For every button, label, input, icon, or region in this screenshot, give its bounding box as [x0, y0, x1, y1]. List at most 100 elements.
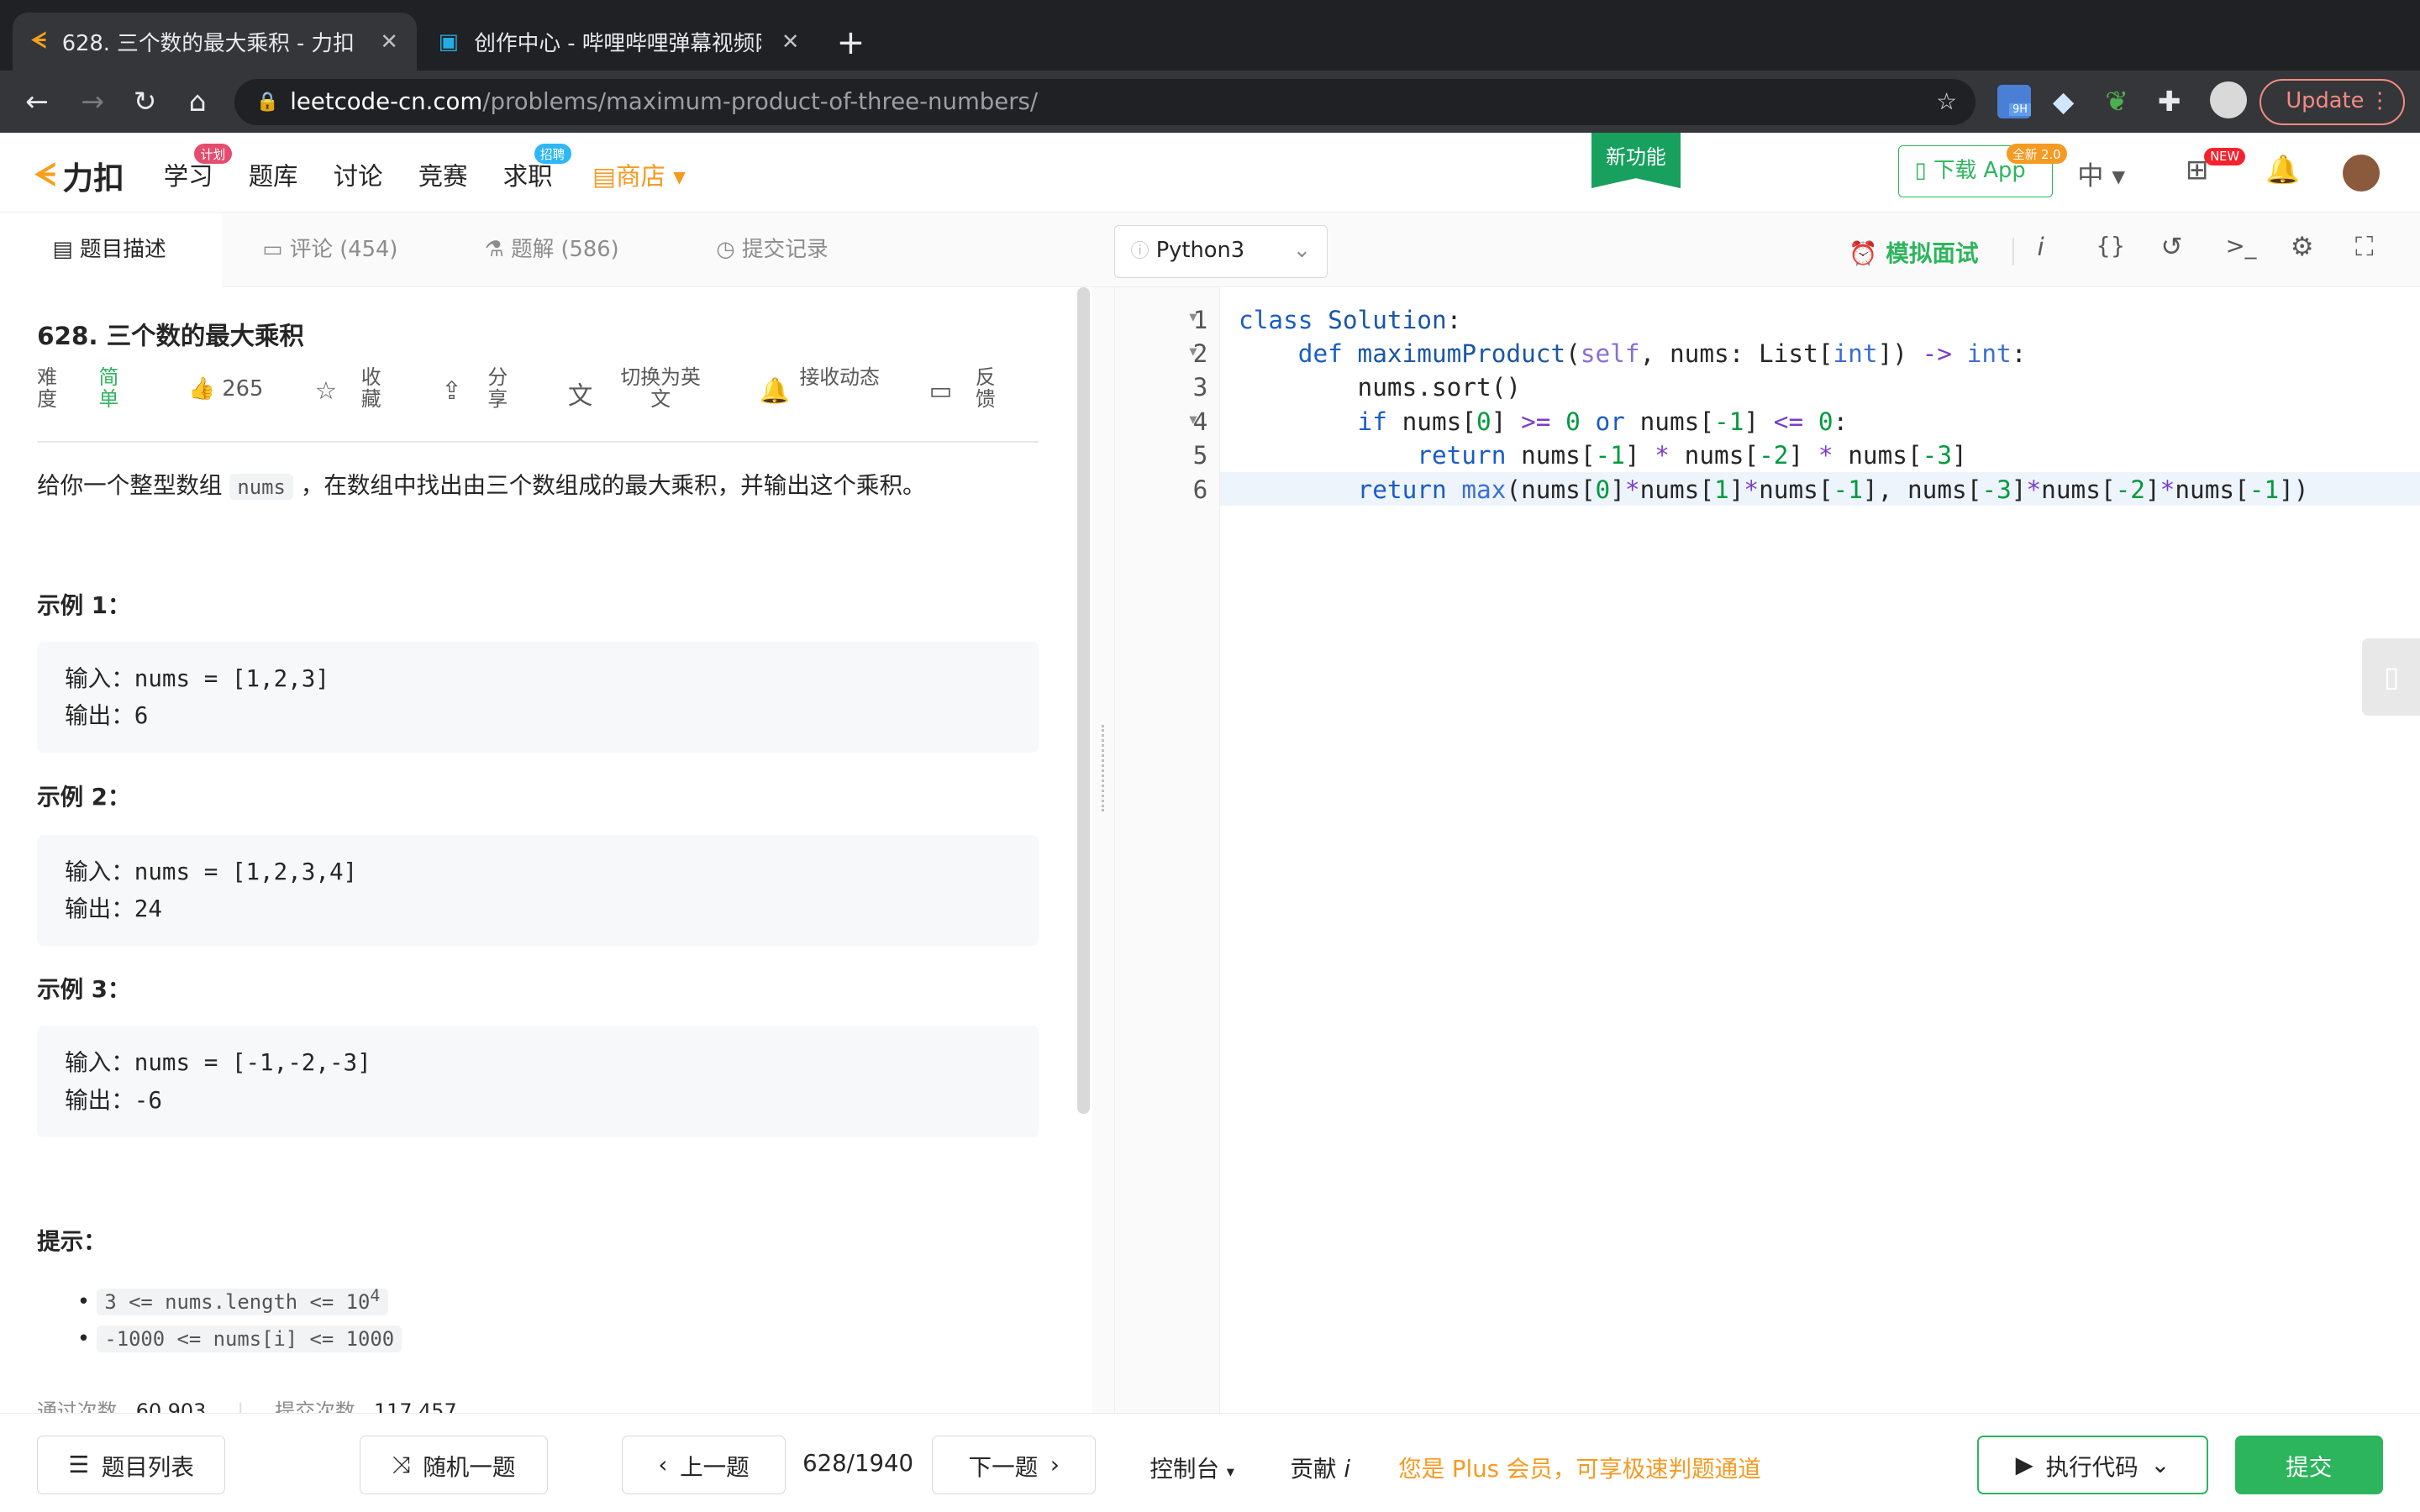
nav-problemset[interactable]: 题库	[249, 157, 298, 192]
hints-list: • 3 <= nums.length <= 104 • -1000 <= num…	[77, 1278, 402, 1357]
browser-tab-leetcode[interactable]: ᗕ 628. 三个数的最大乘积 - 力扣（ ✕	[12, 12, 417, 71]
home-icon[interactable]: ⌂	[179, 83, 216, 120]
tab-submissions[interactable]: ◷ 提交记录	[716, 213, 828, 286]
forward-icon[interactable]: →	[74, 83, 111, 120]
random-problem-button[interactable]: ⤨ 随机一题	[359, 1436, 549, 1494]
hint-item: • 3 <= nums.length <= 104	[77, 1278, 402, 1320]
feedback-button[interactable]: 反馈	[976, 366, 997, 410]
subscribe-button[interactable]: 接收动态	[799, 366, 880, 389]
hint-item: • -1000 <= nums[i] <= 1000	[77, 1320, 402, 1357]
language-select[interactable]: ⓘ Python3 ⌄	[1114, 225, 1328, 278]
language-switcher[interactable]: 中 ▾	[2077, 155, 2125, 192]
tab-solutions-label: 题解 (586)	[510, 237, 619, 263]
fullscreen-icon[interactable]: ⛶	[2355, 232, 2374, 263]
braces-icon[interactable]: {}	[2096, 233, 2125, 260]
info-italic-icon[interactable]: i	[2037, 233, 2044, 261]
code-editor[interactable]: 1 2 3 4 5 6 ▾ ▾ ▾ class Solution: def ma…	[1114, 286, 2420, 1414]
fold-arrow-icon[interactable]: ▾	[1189, 411, 1197, 428]
tab-submissions-label: 提交记录	[741, 237, 829, 263]
run-code-button[interactable]: ▶ 执行代码 ⌄	[1976, 1436, 2209, 1494]
left-scrollbar[interactable]	[1077, 286, 1090, 1115]
prev-problem-button[interactable]: ‹ 上一题	[622, 1436, 786, 1494]
reload-icon[interactable]: ↻	[127, 83, 164, 120]
star-icon[interactable]: ☆	[315, 376, 337, 405]
like-count: 265	[222, 376, 264, 402]
fold-arrow-icon[interactable]: ▾	[1189, 343, 1197, 360]
back-icon[interactable]: ←	[18, 83, 55, 120]
address-bar[interactable]: 🔒 leetcode-cn.com/problems/maximum-produ…	[234, 78, 1975, 125]
site-logo[interactable]: ᗕ 力扣	[34, 153, 124, 198]
share-icon[interactable]: ⇪	[441, 376, 462, 405]
submit-button[interactable]: 提交	[2234, 1436, 2383, 1494]
share-button[interactable]: 分享	[487, 366, 509, 410]
problem-description-panel: 628. 三个数的最大乘积 难度 简单 👍 265 ☆ 收藏 ⇪ 分享 文 切换…	[0, 287, 1092, 1413]
url-path: /problems/maximum-product-of-three-numbe…	[482, 87, 1039, 115]
nav-discuss[interactable]: 讨论	[334, 157, 383, 192]
like-button[interactable]: 👍 265	[188, 376, 263, 402]
bilibili-favicon-icon: ▣	[438, 29, 459, 55]
jobs-badge: 招聘	[534, 143, 571, 165]
terminal-icon[interactable]: >_	[2226, 233, 2257, 260]
hints-heading: 提示：	[37, 1227, 107, 1255]
line-number-gutter: 1 2 3 4 5 6 ▾ ▾ ▾	[1115, 286, 1220, 1414]
comment-icon: ▭	[262, 237, 283, 263]
extension-diamond-icon[interactable]: ◆	[2053, 85, 2074, 118]
example-output: 输出：6	[65, 702, 149, 730]
chevron-down-icon: ⌄	[2150, 1452, 2170, 1479]
toolbar-divider	[2012, 237, 2014, 265]
notification-bell-icon[interactable]: 🔔	[2265, 153, 2300, 186]
translate-icon[interactable]: 文	[568, 376, 592, 412]
browser-tab-bilibili[interactable]: ▣ 创作中心 - 哔哩哔哩弹幕视频网 ✕	[420, 13, 818, 71]
feedback-icon[interactable]: ▭	[929, 376, 953, 405]
app-badge: 全新 2.0	[2006, 143, 2067, 165]
console-toggle[interactable]: 控制台 ▾	[1150, 1450, 1234, 1483]
new-tab-icon[interactable]: +	[837, 22, 865, 62]
contribute-label: 贡献	[1290, 1455, 1337, 1483]
subscribe-bell-icon[interactable]: 🔔	[760, 376, 791, 406]
bookmark-star-icon[interactable]: ☆	[1936, 79, 1957, 125]
problem-stats: 通过次数 60,903 | 提交次数 117,457	[37, 1394, 457, 1413]
switch-english-button[interactable]: 切换为英文	[611, 366, 710, 410]
submit-count: 117,457	[374, 1399, 457, 1414]
pass-label: 通过次数	[37, 1399, 118, 1414]
fold-arrow-icon[interactable]: ▾	[1189, 308, 1197, 326]
problem-list-button[interactable]: ☰ 题目列表	[37, 1436, 226, 1494]
extension-leaf-icon[interactable]: ❦	[2105, 85, 2128, 118]
nav-store[interactable]: ▤商店 ▾	[592, 157, 686, 192]
side-notes-tab-icon[interactable]: ▯	[2362, 638, 2420, 717]
description-icon: ▤	[52, 237, 73, 263]
next-problem-button[interactable]: 下一题 ›	[932, 1436, 1097, 1494]
tab-solutions[interactable]: ⚗ 题解 (586)	[485, 213, 619, 286]
new-feature-ribbon[interactable]: 新功能	[1591, 132, 1681, 189]
favorite-button[interactable]: 收藏	[361, 366, 383, 410]
update-button[interactable]: Update ⋮	[2259, 78, 2405, 125]
submit-label: 提交次数	[275, 1399, 355, 1414]
line-number: 6	[1192, 475, 1208, 504]
next-problem-label: 下一题	[968, 1454, 1039, 1482]
example-heading: 示例 3：	[37, 976, 131, 1004]
example-block: 输入：nums = [1,2,3] 输出：6	[37, 642, 1039, 753]
close-tab-icon[interactable]: ✕	[380, 29, 398, 55]
tab-comments[interactable]: ▭ 评论 (454)	[262, 213, 397, 286]
example-block: 输入：nums = [1,2,3,4] 输出：24	[37, 834, 1039, 946]
settings-gear-icon[interactable]: ⚙	[2291, 232, 2314, 262]
profile-avatar[interactable]	[2210, 81, 2248, 119]
extensions-puzzle-icon[interactable]: ✚	[2158, 85, 2181, 118]
close-tab-icon[interactable]: ✕	[781, 29, 800, 55]
lock-icon: 🔒	[255, 91, 280, 113]
pass-count: 60,903	[135, 1399, 207, 1414]
code-line: if nums[0] >= 0 or nums[-1] <= 0:	[1357, 407, 1849, 436]
store-icon: ▤	[592, 162, 617, 192]
mock-interview-label: 模拟面试	[1886, 240, 1979, 268]
contribute-link[interactable]: 贡献 i	[1291, 1450, 1351, 1483]
mock-interview-button[interactable]: ⏰ 模拟面试	[1849, 234, 1978, 268]
panel-splitter[interactable]	[1092, 286, 1115, 1414]
difficulty-label: 难度	[37, 365, 57, 411]
new-badge: NEW	[2203, 148, 2246, 165]
tab-description[interactable]: ▤ 题目描述	[0, 213, 223, 287]
bottom-bar: ☰ 题目列表 ⤨ 随机一题 ‹ 上一题 628/1940 下一题 › 控制台 ▾ 贡献 …	[0, 1413, 2420, 1512]
extension-calendar-icon[interactable]: 9H	[1996, 85, 2032, 119]
reset-icon[interactable]: ↺	[2160, 232, 2182, 262]
nav-contest[interactable]: 竞赛	[418, 157, 468, 192]
user-avatar[interactable]	[2343, 154, 2381, 192]
